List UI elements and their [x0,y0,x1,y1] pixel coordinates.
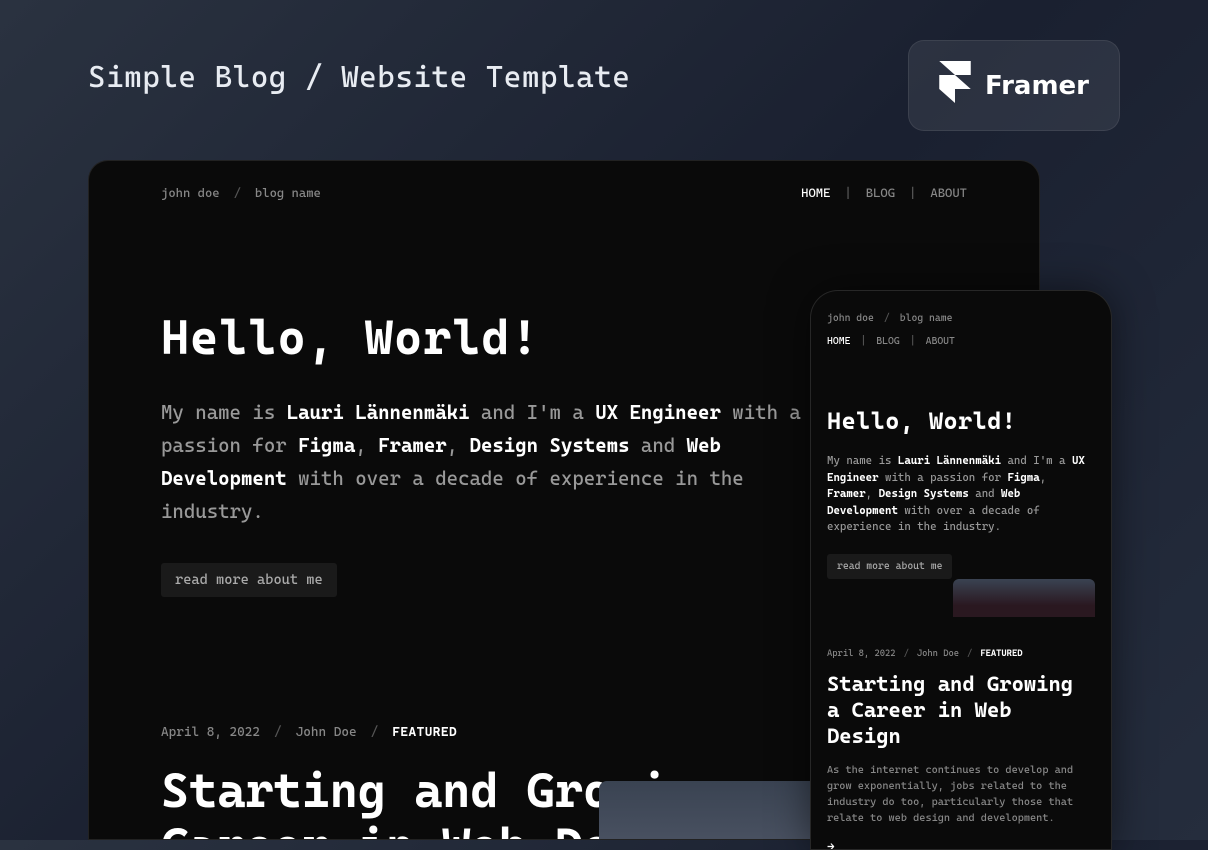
meta-separator: / [274,725,282,740]
m-post-meta: April 8, 2022 / John Doe / FEATURED [827,649,1095,659]
framer-badge[interactable]: Framer [908,40,1120,131]
m-nav-about[interactable]: ABOUT [926,336,955,347]
m-meta-separator: / [904,649,909,659]
nav-blog-name[interactable]: blog name [255,185,321,200]
m-post-title[interactable]: Starting and Growing a Career in Web Des… [827,671,1095,750]
nav-separator: / [234,185,241,200]
nav-author[interactable]: john doe [161,185,220,200]
post-featured-badge: FEATURED [392,725,457,740]
nav-pipe: | [909,185,916,200]
m-hero-title: Hello, World! [827,407,1095,435]
mobile-preview: john doe / blog name HOME | BLOG | ABOUT… [810,290,1112,850]
m-post-author: John Doe [917,649,959,659]
m-meta-separator: / [967,649,972,659]
framer-logo-icon [939,61,971,110]
arrow-right-icon[interactable]: → [827,840,1095,850]
nav-home[interactable]: HOME [801,185,830,200]
m-nav-author[interactable]: john doe [827,313,874,324]
m-post-date: April 8, 2022 [827,649,896,659]
framer-brand-text: Framer [985,71,1089,101]
m-nav-blog[interactable]: BLOG [876,336,899,347]
m-nav-pipe: | [860,336,866,347]
read-more-button[interactable]: read more about me [161,563,337,597]
m-post-image [953,579,1095,617]
nav-about[interactable]: ABOUT [930,185,967,200]
meta-separator: / [371,725,379,740]
m-post-excerpt: As the internet continues to develop and… [827,763,1095,826]
nav-pipe: | [844,185,851,200]
m-post-featured-badge: FEATURED [980,649,1022,659]
desktop-nav: john doe / blog name HOME | BLOG | ABOUT [161,185,967,200]
post-date: April 8, 2022 [161,725,260,740]
m-nav-separator: / [884,313,890,324]
page-title: Simple Blog / Website Template [88,60,630,95]
m-read-more-button[interactable]: read more about me [827,554,952,579]
m-hero-description: My name is Lauri Lännenmäki and I'm a UX… [827,453,1095,536]
m-nav-home[interactable]: HOME [827,336,850,347]
hero-description: My name is Lauri Lännenmäki and I'm a UX… [161,396,811,529]
nav-blog[interactable]: BLOG [866,185,895,200]
m-nav-blog-name[interactable]: blog name [900,313,953,324]
post-author: John Doe [296,725,357,740]
m-nav-pipe: | [910,336,916,347]
